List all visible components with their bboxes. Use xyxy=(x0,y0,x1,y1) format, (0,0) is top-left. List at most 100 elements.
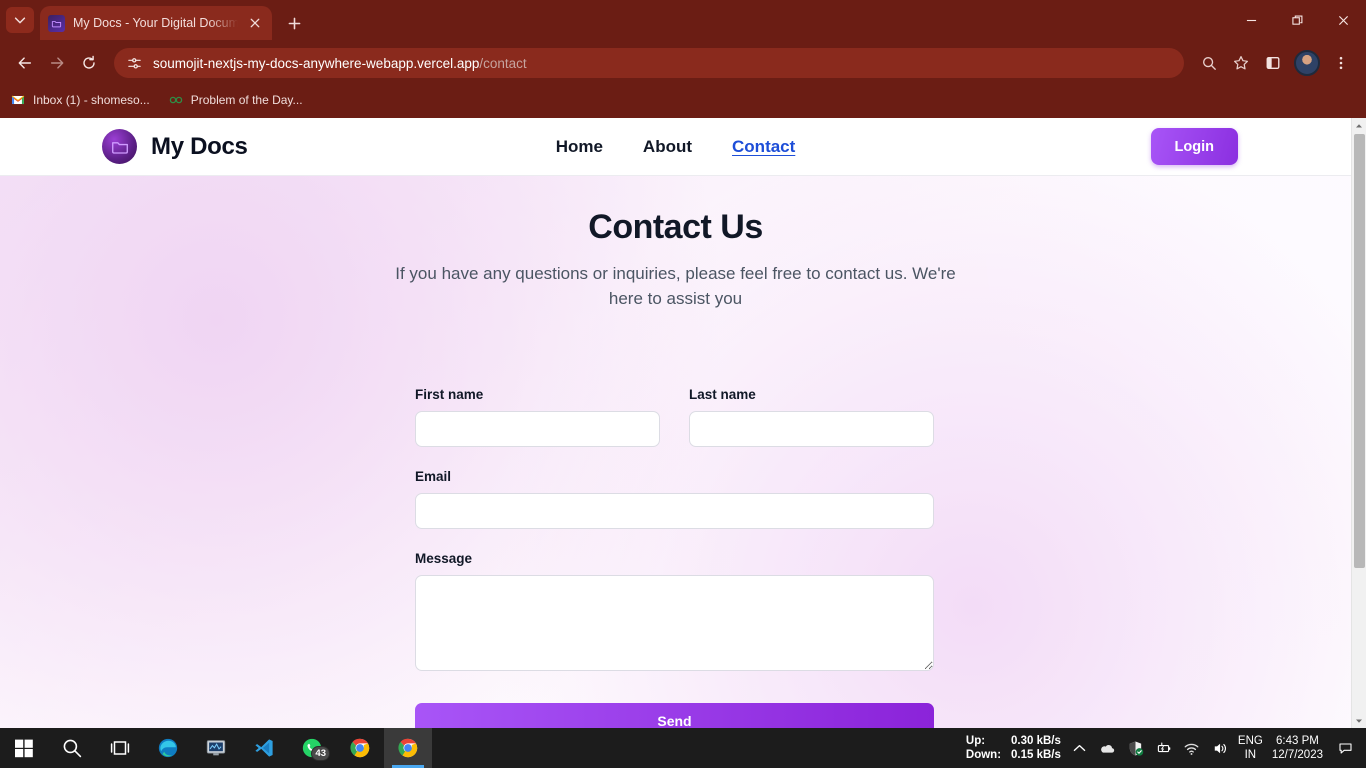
login-button[interactable]: Login xyxy=(1150,128,1238,165)
send-button[interactable]: Send xyxy=(415,703,934,728)
browser-tab[interactable]: My Docs - Your Digital Docume xyxy=(40,6,272,40)
clock-date: 12/7/2023 xyxy=(1271,749,1323,761)
last-name-input[interactable] xyxy=(689,411,934,447)
monitor-app-icon xyxy=(206,740,226,756)
battery-tray-button[interactable] xyxy=(1154,739,1173,758)
windows-taskbar: 43 Up: Down: 0.30 kB/s 0.15 kB/s ENG IN … xyxy=(0,728,1366,768)
volume-tray-button[interactable] xyxy=(1210,739,1229,758)
email-input[interactable] xyxy=(415,493,934,529)
reload-icon xyxy=(83,55,95,69)
bookmark-item-inbox[interactable]: Inbox (1) - shomeso... xyxy=(10,92,150,108)
vscode-button[interactable] xyxy=(240,728,288,768)
start-button[interactable] xyxy=(0,728,48,768)
back-button[interactable] xyxy=(10,48,40,78)
bookmark-button[interactable] xyxy=(1226,48,1256,78)
site-settings-icon[interactable] xyxy=(126,55,143,72)
tray-overflow-button[interactable] xyxy=(1070,739,1089,758)
star-icon xyxy=(1233,55,1249,70)
onedrive-tray-button[interactable] xyxy=(1098,739,1117,758)
edge-button[interactable] xyxy=(144,728,192,768)
browser-menu-button[interactable] xyxy=(1326,48,1356,78)
minimize-button[interactable] xyxy=(1228,0,1274,40)
folder-logo-icon xyxy=(102,129,137,164)
download-label: Down: xyxy=(965,749,1002,761)
reload-button[interactable] xyxy=(74,48,104,78)
page-viewport: My Docs Home About Contact Login Contact… xyxy=(0,118,1366,728)
side-panel-icon xyxy=(1266,57,1280,69)
page-title: Contact Us xyxy=(588,208,763,246)
nav-link-home[interactable]: Home xyxy=(556,137,603,157)
new-tab-button[interactable] xyxy=(281,10,307,36)
windows-icon xyxy=(15,739,33,758)
minimize-icon xyxy=(1246,19,1256,21)
notification-center-button[interactable] xyxy=(1332,728,1358,768)
nav-link-contact[interactable]: Contact xyxy=(732,137,795,157)
bookmark-item-potd[interactable]: Problem of the Day... xyxy=(168,92,303,108)
app-button[interactable] xyxy=(192,728,240,768)
message-textarea[interactable] xyxy=(415,575,934,671)
chrome-button[interactable] xyxy=(336,728,384,768)
region-code: IN xyxy=(1244,749,1257,761)
scrollbar-thumb[interactable] xyxy=(1354,134,1365,568)
geeksforgeeks-icon xyxy=(168,92,184,108)
scroll-up-button[interactable] xyxy=(1352,118,1366,133)
message-field: Message xyxy=(415,551,934,671)
onedrive-icon xyxy=(1101,744,1115,753)
edge-icon xyxy=(158,738,178,758)
hero-section: Contact Us If you have any questions or … xyxy=(0,176,1351,728)
plus-icon xyxy=(288,17,300,29)
vscode-icon xyxy=(255,739,273,757)
bookmark-label: Problem of the Day... xyxy=(190,93,303,107)
forward-arrow-icon xyxy=(50,57,64,69)
address-bar[interactable]: soumojit-nextjs-my-docs-anywhere-webapp.… xyxy=(114,48,1184,78)
maximize-restore-button[interactable] xyxy=(1274,0,1320,40)
nav-link-about[interactable]: About xyxy=(643,137,692,157)
search-icon xyxy=(63,739,82,758)
page-scrollbar[interactable] xyxy=(1351,118,1366,728)
scroll-down-arrow-icon xyxy=(1356,719,1362,723)
name-row: First name Last name xyxy=(415,387,934,447)
language-indicator[interactable]: ENG IN xyxy=(1238,734,1263,762)
side-panel-button[interactable] xyxy=(1258,48,1288,78)
volume-icon xyxy=(1214,743,1226,753)
network-speed: Up: Down: 0.30 kB/s 0.15 kB/s xyxy=(966,734,1061,762)
chrome-active-button[interactable] xyxy=(384,728,432,768)
system-tray: Up: Down: 0.30 kB/s 0.15 kB/s ENG IN 6:4… xyxy=(966,728,1366,768)
security-tray-button[interactable] xyxy=(1126,739,1145,758)
tab-search-button[interactable] xyxy=(6,7,34,33)
browser-toolbar: soumojit-nextjs-my-docs-anywhere-webapp.… xyxy=(0,40,1366,86)
profile-avatar[interactable] xyxy=(1294,50,1320,76)
web-page: My Docs Home About Contact Login Contact… xyxy=(0,118,1351,728)
task-view-button[interactable] xyxy=(96,728,144,768)
first-name-field: First name xyxy=(415,387,660,447)
three-dot-menu-icon xyxy=(1339,56,1343,70)
clock-time: 6:43 PM xyxy=(1276,735,1319,747)
chrome-icon xyxy=(398,738,418,758)
url-host: soumojit-nextjs-my-docs-anywhere-webapp.… xyxy=(153,55,480,71)
close-window-button[interactable] xyxy=(1320,0,1366,40)
site-header: My Docs Home About Contact Login xyxy=(0,118,1351,176)
first-name-label: First name xyxy=(415,387,484,402)
notification-icon xyxy=(1338,742,1352,754)
battery-charging-icon xyxy=(1157,742,1171,752)
forward-button[interactable] xyxy=(42,48,72,78)
wifi-icon xyxy=(1184,743,1199,755)
restore-icon xyxy=(1291,15,1302,25)
last-name-label: Last name xyxy=(689,387,756,402)
wifi-tray-button[interactable] xyxy=(1182,739,1201,758)
upload-label: Up: xyxy=(965,735,986,747)
last-name-field: Last name xyxy=(689,387,934,447)
language-code: ENG xyxy=(1237,735,1263,747)
brand[interactable]: My Docs xyxy=(102,129,248,164)
upload-value: 0.30 kB/s xyxy=(1011,735,1061,747)
tab-close-button[interactable] xyxy=(246,14,264,32)
task-view-icon xyxy=(110,741,130,755)
search-button[interactable] xyxy=(48,728,96,768)
clock[interactable]: 6:43 PM 12/7/2023 xyxy=(1272,734,1323,762)
first-name-input[interactable] xyxy=(415,411,660,447)
message-label: Message xyxy=(415,551,473,566)
whatsapp-button[interactable]: 43 xyxy=(288,728,336,768)
contact-form: First name Last name Email Message Send xyxy=(415,387,934,728)
search-tabs-button[interactable] xyxy=(1194,48,1224,78)
scroll-down-button[interactable] xyxy=(1352,713,1366,728)
